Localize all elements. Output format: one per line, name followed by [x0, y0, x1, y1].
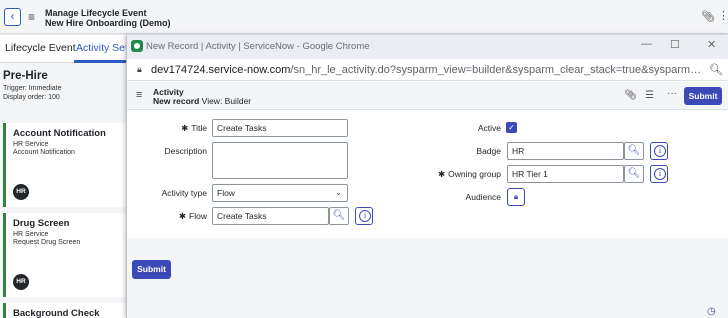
form-body: ✱ Title Create Tasks Description Activity…: [127, 111, 728, 238]
card-service: HR Service: [13, 231, 49, 238]
required-icon: ✱: [437, 169, 446, 179]
minimize-icon[interactable]: —: [641, 38, 652, 50]
menu-icon[interactable]: ≡: [28, 10, 35, 24]
activity-card-background-check[interactable]: Background Check: [3, 303, 130, 318]
settings-sliders-icon[interactable]: ☰: [645, 90, 654, 101]
more-options-icon[interactable]: ···: [667, 88, 677, 99]
badge-info-icon[interactable]: [650, 142, 668, 160]
card-subtitle: Account Notification: [13, 149, 75, 156]
badge-input[interactable]: HR: [507, 142, 624, 160]
activity-set-panel: Pre-Hire Trigger: Immediate Display orde…: [0, 63, 130, 318]
audience-lock-icon[interactable]: 🔒︎: [507, 188, 525, 206]
url-text[interactable]: dev174724.service-now.com/sn_hr_le_activ…: [151, 64, 706, 76]
site-info-icon[interactable]: 🔒︎: [137, 64, 142, 75]
form-subtitle-view: View: Builder: [201, 96, 252, 106]
activity-type-label: Activity type: [161, 188, 207, 198]
address-bar[interactable]: 🔒︎ dev174724.service-now.com/sn_hr_le_ac…: [127, 59, 728, 81]
url-host: dev174724.service-now.com: [151, 64, 291, 76]
active-label: Active: [477, 123, 501, 133]
form-title: Activity New record View: Builder: [153, 88, 251, 106]
page-title: Manage Lifecycle Event New Hire Onboardi…: [45, 8, 171, 28]
clock-icon[interactable]: ◷: [707, 306, 716, 317]
page-title-line1: Manage Lifecycle Event: [45, 8, 147, 18]
chrome-popup-window: New Record | Activity | ServiceNow - Goo…: [126, 35, 728, 318]
form-footer: Submit ◷: [127, 238, 728, 318]
audience-label: Audience: [465, 192, 501, 202]
attachment-icon[interactable]: 📎︎: [701, 10, 715, 23]
submit-button-bottom[interactable]: Submit: [132, 260, 171, 279]
stage-display-order: Display order: 100: [3, 94, 60, 101]
chevron-down-icon: ⌄: [335, 188, 342, 197]
description-label: Description: [164, 146, 207, 156]
owning-group-label: ✱ Owning group: [437, 169, 501, 179]
servicenow-favicon-icon: [131, 40, 143, 52]
required-icon: ✱: [181, 123, 189, 133]
activity-type-value: Flow: [217, 188, 235, 198]
form-header: ≡ Activity New record View: Builder 📎︎ ☰…: [127, 82, 728, 110]
title-label: ✱ Title: [181, 123, 207, 133]
flow-label: ✱ Flow: [178, 211, 207, 221]
description-textarea[interactable]: [212, 142, 348, 179]
activity-card-drug-screen[interactable]: Drug Screen HR Service Request Drug Scre…: [3, 213, 130, 297]
card-subtitle: Request Drug Screen: [13, 239, 81, 246]
owning-group-input[interactable]: HR Tier 1: [507, 165, 624, 183]
tab-lifecycle-event[interactable]: Lifecycle Event: [5, 42, 76, 54]
stage-title: Pre-Hire: [3, 70, 48, 82]
card-service: HR Service: [13, 141, 49, 148]
owning-group-info-icon[interactable]: [650, 165, 668, 183]
activity-card-account-notification[interactable]: Account Notification HR Service Account …: [3, 123, 130, 207]
card-title: Account Notification: [13, 128, 106, 139]
zoom-icon[interactable]: 🔍︎: [709, 63, 723, 76]
hr-avatar-badge: HR: [13, 274, 29, 290]
chevron-left-icon: ‹: [10, 9, 15, 23]
badge-lookup-search-icon[interactable]: 🔍︎: [624, 142, 644, 160]
title-input[interactable]: Create Tasks: [212, 119, 348, 137]
card-title: Drug Screen: [13, 218, 70, 229]
submit-button-top[interactable]: Submit: [684, 87, 722, 105]
card-title: Background Check: [13, 308, 100, 318]
background-header: ‹ ≡ Manage Lifecycle Event New Hire Onbo…: [0, 0, 728, 34]
url-path: /sn_hr_le_activity.do?sysparm_view=build…: [290, 64, 706, 76]
more-icon[interactable]: ⋮: [718, 9, 728, 22]
background-tabs: Lifecycle Event Activity Sets: [0, 35, 133, 63]
hr-avatar-badge: HR: [13, 184, 29, 200]
activity-type-select[interactable]: Flow ⌄: [212, 184, 348, 202]
flow-info-icon[interactable]: [355, 207, 373, 225]
tab-activity-sets[interactable]: Activity Sets: [76, 42, 133, 54]
maximize-icon[interactable]: ☐: [670, 38, 680, 51]
flow-input[interactable]: Create Tasks: [212, 207, 329, 225]
flow-lookup-search-icon[interactable]: 🔍︎: [329, 207, 349, 225]
back-button[interactable]: ‹: [4, 8, 21, 26]
window-title: New Record | Activity | ServiceNow - Goo…: [146, 41, 370, 52]
form-subtitle-record: New record: [153, 96, 200, 106]
close-icon[interactable]: ✕: [707, 38, 716, 51]
window-titlebar: New Record | Activity | ServiceNow - Goo…: [127, 35, 728, 59]
page-title-line2: New Hire Onboarding (Demo): [45, 18, 171, 28]
active-checkbox[interactable]: ✓: [506, 122, 517, 133]
form-menu-icon[interactable]: ≡: [136, 89, 142, 101]
badge-label: Badge: [476, 146, 501, 156]
owning-group-lookup-search-icon[interactable]: 🔍︎: [624, 165, 644, 183]
stage-trigger: Trigger: Immediate: [3, 85, 62, 92]
required-icon: ✱: [178, 211, 187, 221]
attachment-icon[interactable]: 📎︎: [624, 90, 637, 101]
